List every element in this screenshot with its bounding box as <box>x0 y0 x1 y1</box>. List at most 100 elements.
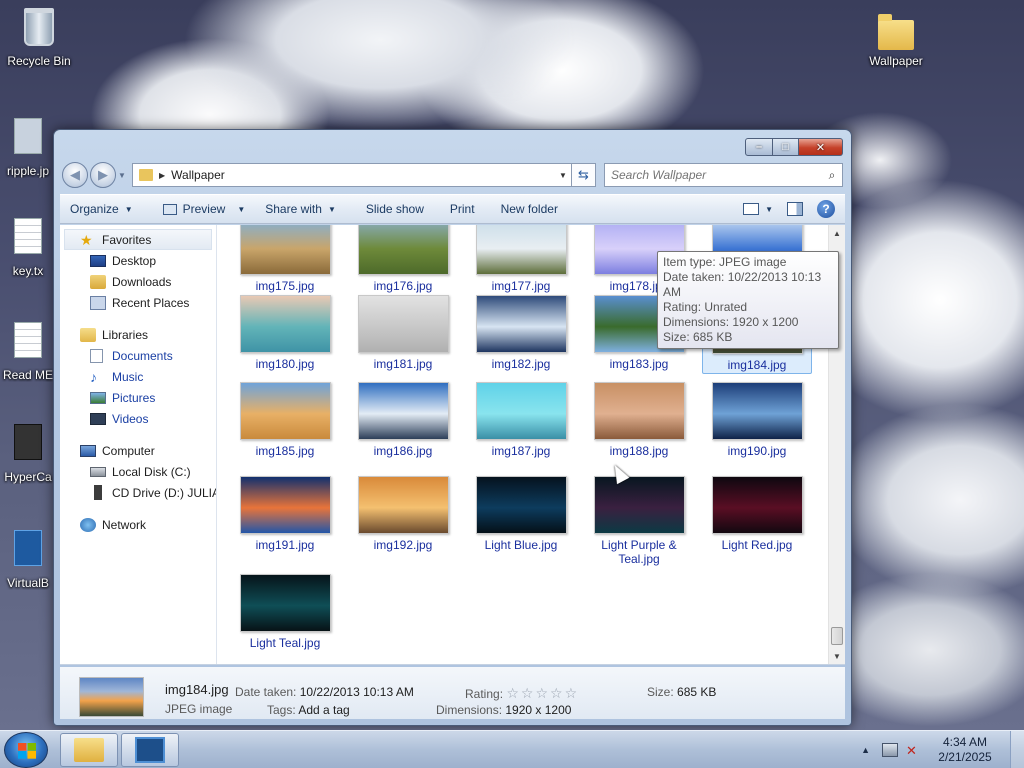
nav-desktop[interactable]: Desktop <box>60 250 216 271</box>
desktop-icon <box>90 254 106 267</box>
preview-icon <box>162 203 177 215</box>
organize-label: Organize <box>70 202 119 216</box>
organize-button[interactable]: Organize ▼ <box>60 202 143 216</box>
taskbar-virtualbox-button[interactable] <box>121 733 179 767</box>
view-controls: ▼ ? <box>743 200 845 218</box>
folder-icon <box>74 738 104 762</box>
desktop-icon-readme[interactable]: Read ME <box>0 322 56 382</box>
explorer-window: – □ ✕ ◀ ▶ ▼ ▶ Wallpaper ▼ ⇆ ⌕ Organize ▼ … <box>53 129 852 726</box>
nav-local-disk[interactable]: Local Disk (C:) <box>60 461 216 482</box>
nav-videos[interactable]: Videos <box>60 408 216 429</box>
file-tile[interactable]: img186.jpg <box>348 382 458 458</box>
help-icon[interactable]: ? <box>817 200 835 218</box>
field-label: Date taken: <box>235 685 297 699</box>
preview-button[interactable]: Preview ▼ <box>153 202 256 216</box>
virtualbox-icon <box>8 530 48 572</box>
file-name: img175.jpg <box>255 279 315 293</box>
show-hidden-icons-icon[interactable]: ▲ <box>861 745 870 755</box>
preview-label: Preview <box>182 202 226 216</box>
nav-label: Computer <box>102 443 155 458</box>
field-value[interactable]: 10/22/2013 10:13 AM <box>300 685 414 699</box>
address-dropdown-icon[interactable]: ▼ <box>555 171 571 180</box>
desktop-icon-wallpaper[interactable]: Wallpaper <box>858 8 934 68</box>
share-with-button[interactable]: Share with ▼ <box>255 202 346 216</box>
change-view-icon[interactable] <box>743 203 760 215</box>
recycle-bin-icon <box>19 8 59 50</box>
slide-show-button[interactable]: Slide show <box>356 202 434 216</box>
desktop-icon-hypercam[interactable]: HyperCa <box>0 424 56 484</box>
file-tile[interactable]: img177.jpg <box>466 225 576 293</box>
file-thumbnail <box>357 382 449 440</box>
file-tile[interactable]: Light Purple & Teal.jpg <box>584 476 694 566</box>
nav-recent-places[interactable]: Recent Places <box>60 292 216 313</box>
new-folder-button[interactable]: New folder <box>491 202 568 216</box>
libraries-icon <box>80 327 96 342</box>
scrollbar-thumb[interactable] <box>831 627 843 645</box>
show-desktop-button[interactable] <box>1010 731 1024 768</box>
add-tag-field[interactable]: Add a tag <box>298 703 349 717</box>
nav-label: Local Disk (C:) <box>112 464 191 479</box>
nav-music[interactable]: ♪ Music <box>60 366 216 387</box>
nav-network[interactable]: Network <box>60 514 216 535</box>
nav-computer[interactable]: Computer <box>60 440 216 461</box>
back-arrow-icon: ◀ <box>70 167 80 182</box>
print-button[interactable]: Print <box>440 202 485 216</box>
preview-pane-icon[interactable] <box>787 202 803 216</box>
recent-pages-dropdown[interactable]: ▼ <box>118 171 128 180</box>
start-button[interactable] <box>4 732 48 768</box>
desktop-icon-recycle-bin[interactable]: Recycle Bin <box>1 8 77 68</box>
scroll-up-icon[interactable]: ▲ <box>829 225 845 241</box>
file-tile[interactable]: img190.jpg <box>702 382 812 458</box>
close-button[interactable]: ✕ <box>799 138 843 156</box>
file-tile[interactable]: img176.jpg <box>348 225 458 293</box>
file-tile[interactable]: Light Teal.jpg <box>230 574 340 650</box>
breadcrumb-arrow-icon[interactable]: ▶ <box>159 171 165 180</box>
maximize-button[interactable]: □ <box>773 138 799 156</box>
search-input[interactable] <box>611 168 822 182</box>
address-bar[interactable]: ▶ Wallpaper ▼ <box>132 163 572 187</box>
file-tile[interactable]: Light Red.jpg <box>702 476 812 552</box>
scroll-down-icon[interactable]: ▼ <box>829 648 845 664</box>
file-tile[interactable]: img175.jpg <box>230 225 340 293</box>
refresh-button[interactable]: ⇆ <box>572 163 596 187</box>
taskbar-explorer-button[interactable] <box>60 733 118 767</box>
nav-label: Network <box>102 517 147 532</box>
file-tile[interactable]: img187.jpg <box>466 382 576 458</box>
breadcrumb-wallpaper[interactable]: Wallpaper <box>171 168 555 182</box>
search-icon[interactable]: ⌕ <box>822 168 842 183</box>
minimize-icon: – <box>755 141 763 153</box>
file-tile[interactable]: img185.jpg <box>230 382 340 458</box>
file-tile[interactable]: img182.jpg <box>466 295 576 371</box>
volume-muted-icon[interactable]: ✕ <box>906 743 922 758</box>
nav-documents[interactable]: Documents <box>60 345 216 366</box>
file-tile[interactable]: img192.jpg <box>348 476 458 552</box>
usb-drive-icon <box>94 485 102 500</box>
nav-favorites[interactable]: ★ Favorites <box>64 229 212 250</box>
nav-cd-drive[interactable]: CD Drive (D:) JULIA <box>60 482 216 503</box>
nav-libraries[interactable]: Libraries <box>60 324 216 345</box>
back-button[interactable]: ◀ <box>62 162 88 188</box>
file-tile[interactable]: img180.jpg <box>230 295 340 371</box>
minimize-button[interactable]: – <box>745 138 773 156</box>
chevron-down-icon[interactable]: ▼ <box>765 205 773 214</box>
file-tile[interactable]: img181.jpg <box>348 295 458 371</box>
tooltip-size: Size: 685 KB <box>663 330 733 344</box>
field-value: 685 KB <box>677 685 717 699</box>
file-thumbnail <box>475 225 567 275</box>
file-thumbnail <box>357 295 449 353</box>
file-tile[interactable]: Light Blue.jpg <box>466 476 576 552</box>
refresh-icon: ⇆ <box>578 167 589 182</box>
videos-icon <box>90 412 106 425</box>
clock[interactable]: 4:34 AM 2/21/2025 <box>930 735 1000 765</box>
forward-button[interactable]: ▶ <box>90 162 116 188</box>
rating-stars[interactable]: ☆☆☆☆☆ <box>506 685 579 701</box>
file-tile[interactable]: img188.jpg <box>584 382 694 458</box>
network-status-icon[interactable] <box>882 743 898 757</box>
desktop-icon-ripple[interactable]: ripple.jp <box>0 118 56 178</box>
desktop-icon-virtualbox[interactable]: VirtualB <box>0 530 56 590</box>
nav-downloads[interactable]: Downloads <box>60 271 216 292</box>
file-name: img185.jpg <box>255 444 315 458</box>
nav-pictures[interactable]: Pictures <box>60 387 216 408</box>
file-tile[interactable]: img191.jpg <box>230 476 340 552</box>
desktop-icon-key[interactable]: key.tx <box>0 218 56 278</box>
